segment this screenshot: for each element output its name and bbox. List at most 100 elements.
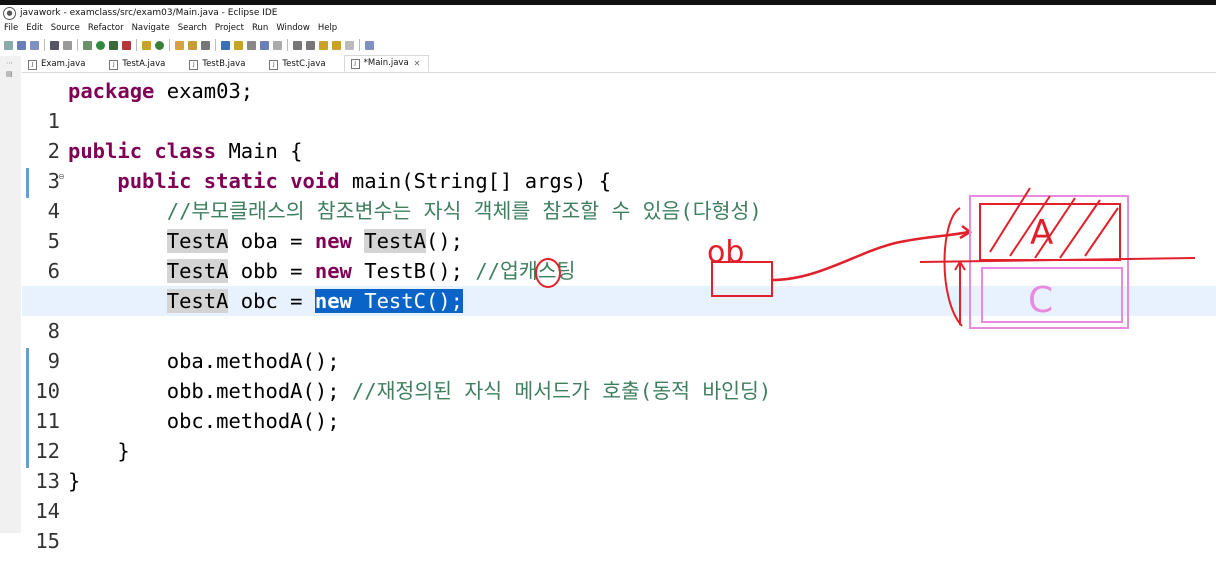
code-text: main(String[] args) { (339, 169, 612, 193)
tab-exam-java[interactable]: J Exam.java (22, 57, 93, 72)
main-toolbar (0, 36, 1216, 54)
menu-file[interactable]: File (0, 22, 22, 35)
type-name: TestA (364, 229, 426, 253)
tab-testc-java[interactable]: J TestC.java (263, 57, 333, 72)
java-editor[interactable]: 1 package exam03; 2 3 public class Main … (22, 74, 1216, 553)
code-text: obb.methodA(); (166, 379, 352, 403)
code-text: Main { (216, 139, 303, 163)
skip-breakpoints-icon[interactable] (63, 40, 72, 50)
show-whitespace-icon[interactable] (273, 40, 282, 50)
window-titlebar: ● javawork - examclass/src/exam03/Main.j… (0, 5, 1216, 22)
keyword: public (117, 169, 192, 193)
menu-refactor[interactable]: Refactor (84, 22, 128, 35)
menu-navigate[interactable]: Navigate (128, 22, 174, 35)
type-name: TestA (166, 229, 229, 253)
keyword: new (314, 229, 352, 253)
code-text: exam03; (154, 79, 254, 103)
java-file-icon: J (189, 59, 199, 70)
keyword: class (154, 139, 217, 163)
menu-source[interactable]: Source (47, 22, 84, 35)
tab-testa-java[interactable]: J TestA.java (103, 57, 173, 72)
new-package-icon[interactable] (142, 40, 151, 50)
menu-search[interactable]: Search (174, 22, 211, 35)
save-all-icon[interactable] (30, 40, 39, 50)
keyword: package (68, 79, 155, 103)
keyword: public (68, 139, 143, 163)
keyword: new (314, 289, 352, 313)
word-wrap-icon[interactable] (247, 40, 256, 50)
outline-icon[interactable]: ▤ (6, 70, 14, 78)
toolbar-separator (169, 39, 170, 51)
restore-icon[interactable]: ⋯ (6, 59, 14, 67)
open-type-icon[interactable] (175, 40, 184, 50)
code-text: obb = (228, 259, 315, 283)
menu-bar: File Edit Source Refactor Navigate Searc… (0, 22, 1216, 35)
keyword: static (203, 169, 278, 193)
back-icon[interactable] (319, 40, 328, 50)
line-number: 15 (35, 529, 60, 553)
toggle-breadcrumb-icon[interactable] (234, 40, 243, 50)
code-line: 7 TestA obb = new TestB(); //업캐스팅 (22, 256, 1216, 313)
toolbar-separator (136, 39, 137, 51)
close-tab-icon[interactable]: ✕ (414, 56, 421, 71)
tab-label: TestA.java (122, 59, 166, 69)
menu-project[interactable]: Project (211, 22, 248, 35)
eclipse-app-icon: ● (3, 7, 16, 20)
menu-help[interactable]: Help (314, 22, 341, 35)
next-annotation-icon[interactable] (293, 40, 302, 50)
code-text: (); (425, 229, 463, 253)
tab-label: TestC.java (282, 59, 326, 69)
new-class-icon[interactable] (155, 40, 164, 50)
current-code-line: 8 TestA obc = new TestC(); (22, 286, 1216, 343)
keyword: new (314, 259, 352, 283)
coverage-icon[interactable] (109, 40, 118, 50)
toolbar-separator (44, 39, 45, 51)
code-line: 9 (22, 316, 1216, 373)
java-file-icon: J (269, 59, 279, 70)
pin-editor-icon[interactable] (365, 40, 374, 50)
tab-main-java[interactable]: J *Main.java ✕ (343, 55, 430, 72)
new-icon[interactable] (4, 40, 13, 50)
console-icon[interactable] (50, 40, 59, 50)
save-icon[interactable] (17, 40, 26, 50)
code-text: oba.methodA(); (166, 349, 340, 373)
java-file-icon: J (109, 59, 119, 70)
fold-icon[interactable]: ⊖ (58, 162, 65, 192)
block-selection-icon[interactable] (260, 40, 269, 50)
text-selection[interactable]: new TestC(); (314, 289, 463, 313)
open-task-icon[interactable] (188, 40, 197, 50)
run-icon[interactable] (96, 40, 105, 50)
menu-edit[interactable]: Edit (22, 22, 46, 35)
code-text: obc.methodA(); (166, 409, 340, 433)
code-text: TestB(); (351, 259, 476, 283)
code-line: 14 } (22, 466, 1216, 523)
editor-tabs: J Exam.java J TestA.java J TestB.java J Test… (22, 55, 1216, 73)
menu-run[interactable]: Run (248, 22, 272, 35)
code-line: 3 public class Main { (22, 136, 1216, 193)
window-title: javawork - examclass/src/exam03/Main.jav… (20, 8, 278, 18)
comment: //업캐스팅 (475, 259, 576, 283)
code-line: 11 obb.methodA(); //재정의된 자식 메서드가 호출(동적 바… (22, 376, 1216, 433)
external-tools-icon[interactable] (122, 40, 131, 50)
debug-icon[interactable] (83, 40, 92, 50)
previous-annotation-icon[interactable] (306, 40, 315, 50)
code-line: 4 ⊖ public static void main(String[] arg… (22, 166, 1216, 223)
menu-window[interactable]: Window (272, 22, 314, 35)
java-file-icon: J (350, 58, 360, 69)
search-icon[interactable] (201, 40, 210, 50)
code-line: 5 //부모클래스의 참조변수는 자식 객체를 참조할 수 있음(다형성) (22, 196, 1216, 253)
forward-arrow-icon[interactable] (332, 40, 341, 50)
code-text: } (117, 439, 130, 463)
toggle-mark-occurrences-icon[interactable] (221, 40, 230, 50)
forward-icon[interactable] (345, 40, 354, 50)
code-line: 6 TestA oba = new TestA(); (22, 226, 1216, 283)
comment: //부모클래스의 참조변수는 자식 객체를 참조할 수 있음(다형성) (166, 199, 762, 223)
tab-testb-java[interactable]: J TestB.java (183, 57, 253, 72)
code-line: 1 package exam03; (22, 76, 1216, 133)
